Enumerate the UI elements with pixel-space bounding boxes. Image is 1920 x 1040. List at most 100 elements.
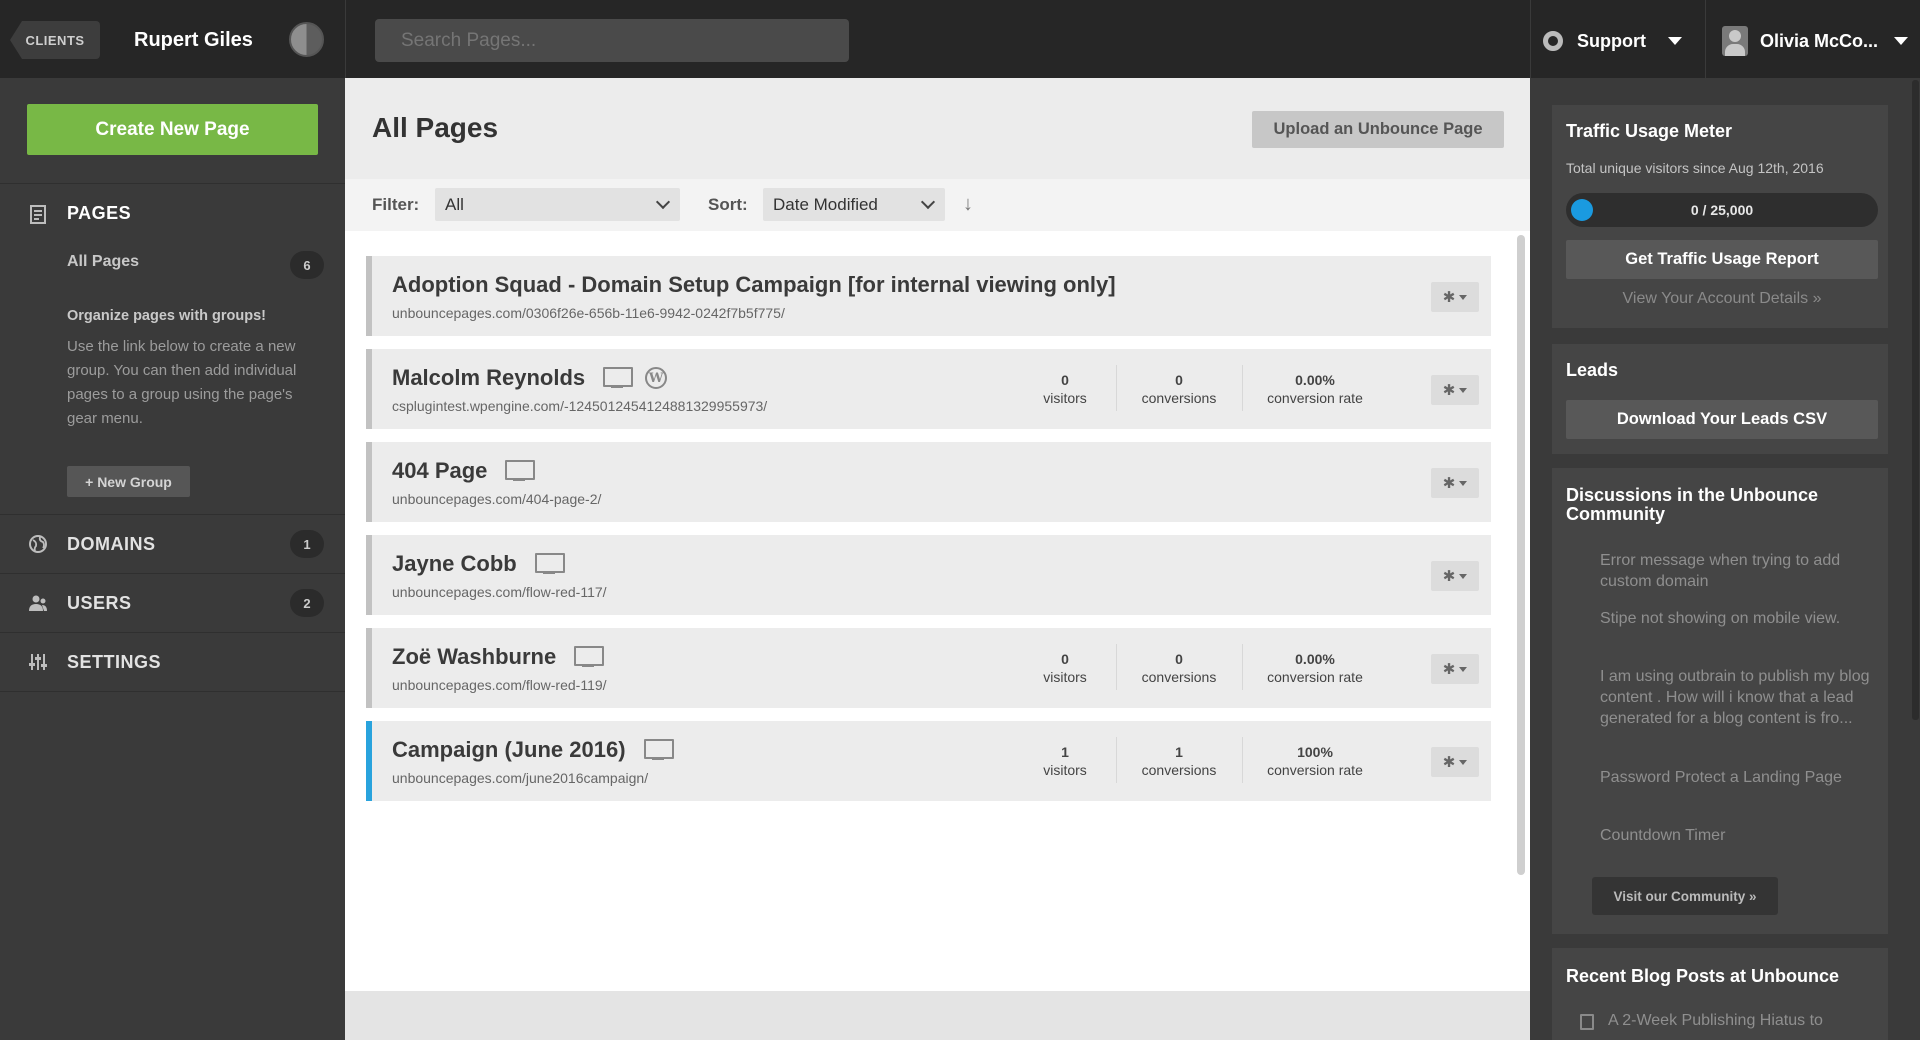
rate-value: 0.00% <box>1295 372 1335 388</box>
filter-value: All <box>445 194 464 214</box>
gear-menu-button[interactable]: ✱ <box>1431 375 1479 405</box>
traffic-report-button[interactable]: Get Traffic Usage Report <box>1566 240 1878 279</box>
clients-back-button[interactable]: CLIENTS <box>10 21 100 59</box>
traffic-subtitle: Total unique visitors since Aug 12th, 20… <box>1566 160 1824 176</box>
discussions-panel: Discussions in the Unbounce Community Er… <box>1552 468 1888 934</box>
conversions-count: 0 <box>1175 372 1183 388</box>
caret-down-icon <box>1459 480 1468 486</box>
rate-label: conversion rate <box>1267 669 1363 685</box>
sort-direction-icon[interactable]: ↓ <box>963 193 973 216</box>
sliders-icon <box>29 654 47 670</box>
list-item[interactable]: Malcolm Reynolds W csplugintest.wpengine… <box>366 349 1491 429</box>
blog-post-link[interactable]: A 2-Week Publishing Hiatus to <box>1608 1012 1823 1030</box>
caret-down-icon <box>1894 37 1909 45</box>
scrollbar[interactable] <box>1517 235 1525 875</box>
visitors-stat: 1 visitors <box>1025 743 1105 779</box>
caret-down-icon <box>1459 759 1468 765</box>
sidebar-item-label: DOMAINS <box>67 533 156 554</box>
list-item[interactable]: Jayne Cobb unbouncepages.com/flow-red-11… <box>366 535 1491 615</box>
traffic-usage-panel: Traffic Usage Meter Total unique visitor… <box>1552 105 1888 328</box>
panel-title: Discussions in the Unbounce Community <box>1566 485 1819 524</box>
group-tip-title: Organize pages with groups! <box>67 308 266 324</box>
list-item[interactable]: Zoë Washburne unbouncepages.com/flow-red… <box>366 628 1491 708</box>
top-bar: CLIENTS Rupert Giles Support Olivia McCo… <box>0 0 1920 78</box>
blog-panel: Recent Blog Posts at Unbounce A 2-Week P… <box>1552 948 1888 1040</box>
divider <box>1116 644 1117 690</box>
page-name[interactable]: Campaign (June 2016) <box>392 737 674 763</box>
gear-icon: ✱ <box>1442 289 1456 306</box>
page-url: unbouncepages.com/404-page-2/ <box>392 491 602 507</box>
main-content: All Pages Upload an Unbounce Page Filter… <box>345 78 1530 1040</box>
page-name[interactable]: Malcolm Reynolds W <box>392 365 668 391</box>
page-url: csplugintest.wpengine.com/-1245012454124… <box>392 398 768 414</box>
lifebuoy-icon <box>1543 31 1563 51</box>
caret-down-icon <box>1459 294 1468 300</box>
scrollbar[interactable] <box>1912 80 1919 720</box>
create-new-page-button[interactable]: Create New Page <box>27 104 318 155</box>
divider <box>1116 365 1117 411</box>
gear-menu-button[interactable]: ✱ <box>1431 282 1479 312</box>
caret-down-icon <box>1668 37 1682 45</box>
sidebar-item-all-pages[interactable]: All Pages <box>67 253 139 271</box>
discussion-link[interactable]: Countdown Timer <box>1600 825 1886 846</box>
list-item[interactable]: Adoption Squad - Domain Setup Campaign [… <box>366 256 1491 336</box>
visitors-label: visitors <box>1043 669 1087 685</box>
gear-menu-button[interactable]: ✱ <box>1431 654 1479 684</box>
user-avatar <box>1722 26 1748 56</box>
gear-menu-button[interactable]: ✱ <box>1431 561 1479 591</box>
group-tip-body: Use the link below to create a new group… <box>67 338 297 427</box>
divider <box>1116 737 1117 783</box>
count-badge: 6 <box>290 251 324 279</box>
user-menu[interactable]: Olivia McCo... <box>1722 24 1909 58</box>
gear-menu-button[interactable]: ✱ <box>1431 468 1479 498</box>
filter-bar: Filter: All Sort: Date Modified ↓ <box>345 179 1530 231</box>
list-item[interactable]: Campaign (June 2016) unbouncepages.com/j… <box>366 721 1491 801</box>
panel-title: Leads <box>1566 360 1619 380</box>
discussion-link[interactable]: Error message when trying to add custom … <box>1600 550 1886 592</box>
globe-icon <box>29 535 47 553</box>
download-leads-button[interactable]: Download Your Leads CSV <box>1566 400 1878 439</box>
filter-select[interactable]: All <box>435 188 680 221</box>
sidebar-item-settings[interactable]: SETTINGS <box>0 633 345 691</box>
visit-community-button[interactable]: Visit our Community » <box>1592 877 1778 915</box>
sidebar-item-users[interactable]: USERS 2 <box>0 574 345 632</box>
sidebar-item-domains[interactable]: DOMAINS 1 <box>0 515 345 573</box>
page-name[interactable]: Zoë Washburne <box>392 644 605 670</box>
discussion-link[interactable]: Stipe not showing on mobile view. <box>1600 608 1886 629</box>
chevron-down-icon <box>655 194 671 210</box>
search-input[interactable] <box>375 19 849 62</box>
discussion-link[interactable]: Password Protect a Landing Page <box>1600 767 1886 788</box>
caret-down-icon <box>1459 387 1468 393</box>
discussion-link[interactable]: I am using outbrain to publish my blog c… <box>1600 666 1886 729</box>
sidebar-item-pages[interactable]: PAGES <box>0 184 345 242</box>
gear-icon: ✱ <box>1442 661 1456 678</box>
sort-select[interactable]: Date Modified <box>763 188 945 221</box>
account-details-link[interactable]: View Your Account Details » <box>1566 290 1878 308</box>
gear-icon: ✱ <box>1442 754 1456 771</box>
chevron-down-icon <box>920 194 936 210</box>
page-name[interactable]: Jayne Cobb <box>392 551 565 577</box>
leads-panel: Leads Download Your Leads CSV <box>1552 344 1888 454</box>
desktop-icon <box>603 367 634 389</box>
rate-label: conversion rate <box>1267 762 1363 778</box>
page-name[interactable]: Adoption Squad - Domain Setup Campaign [… <box>392 272 1116 298</box>
list-item[interactable]: 404 Page unbouncepages.com/404-page-2/ ✱ <box>366 442 1491 522</box>
page-title-text: Jayne Cobb <box>392 551 517 576</box>
upload-page-button[interactable]: Upload an Unbounce Page <box>1252 111 1504 148</box>
visitors-count: 0 <box>1061 372 1069 388</box>
conversions-stat: 1 conversions <box>1124 743 1234 779</box>
client-avatar[interactable] <box>289 22 324 57</box>
support-menu[interactable]: Support <box>1543 24 1682 58</box>
gear-menu-button[interactable]: ✱ <box>1431 747 1479 777</box>
conversions-label: conversions <box>1141 669 1217 685</box>
page-name[interactable]: 404 Page <box>392 458 536 484</box>
gear-icon: ✱ <box>1442 475 1456 492</box>
new-group-button[interactable]: + New Group <box>67 466 190 497</box>
divider <box>1242 644 1243 690</box>
conversions-stat: 0 conversions <box>1124 650 1234 686</box>
client-name[interactable]: Rupert Giles <box>134 29 253 52</box>
visitors-label: visitors <box>1043 762 1087 778</box>
conversions-count: 1 <box>1175 744 1183 760</box>
page-list: Adoption Squad - Domain Setup Campaign [… <box>345 231 1530 991</box>
document-icon <box>1580 1014 1594 1030</box>
